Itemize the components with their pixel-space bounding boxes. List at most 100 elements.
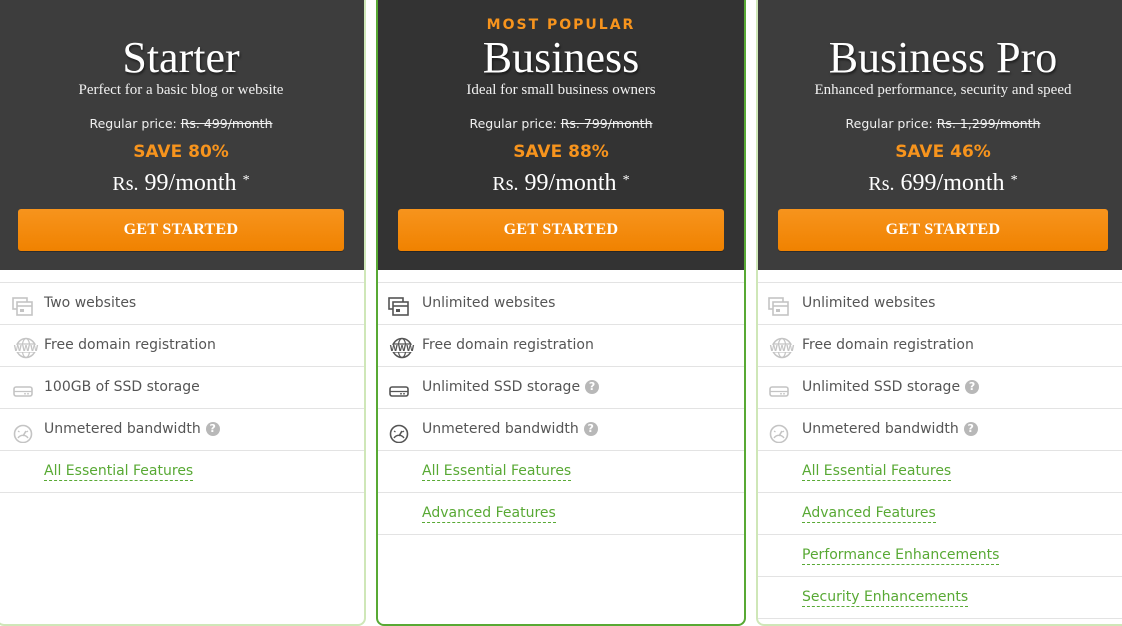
plan-card-business-pro: Business Pro Enhanced performance, securi… bbox=[756, 0, 1122, 626]
feature-text: Free domain registration bbox=[802, 325, 974, 366]
feature-item: Unlimited websites bbox=[758, 283, 1122, 325]
www-globe-icon: WWW bbox=[768, 335, 796, 359]
plan-card-business: MOST POPULAR Business Ideal for small busi… bbox=[376, 0, 746, 626]
plan-tagline: Ideal for small business owners bbox=[466, 82, 656, 98]
regular-price-label: Regular price: bbox=[89, 116, 177, 131]
svg-text:WWW: WWW bbox=[390, 344, 416, 353]
regular-price-value: Rs. 799/month bbox=[560, 116, 653, 131]
feature-label: Unlimited SSD storage bbox=[422, 379, 581, 395]
regular-price: Regular price: Rs. 499/month bbox=[0, 116, 364, 131]
speedometer-icon bbox=[388, 419, 410, 444]
feature-item: Unmetered bandwidth? bbox=[378, 409, 744, 451]
feature-label: Free domain registration bbox=[802, 337, 974, 353]
websites-icon bbox=[388, 293, 410, 316]
feature-label: 100GB of SSD storage bbox=[44, 379, 200, 395]
plan-header: Starter Perfect for a basic blog or websi… bbox=[0, 0, 364, 270]
feature-item: Unmetered bandwidth? bbox=[758, 409, 1122, 451]
feature-text: Unlimited websites bbox=[422, 283, 555, 324]
get-started-button[interactable]: GET STARTED bbox=[18, 209, 344, 251]
plan-price: Rs. 699/month * bbox=[758, 170, 1122, 197]
feature-item: Unlimited websites bbox=[378, 283, 744, 325]
plan-header: MOST POPULAR Business Ideal for small busi… bbox=[378, 0, 744, 270]
help-icon[interactable]: ? bbox=[583, 422, 598, 436]
feature-item: WWW Free domain registration bbox=[758, 325, 1122, 367]
www-globe-icon: WWW bbox=[388, 335, 416, 359]
ssd-drive-icon bbox=[388, 377, 410, 397]
ssd-drive-icon bbox=[768, 377, 790, 397]
speedometer-icon bbox=[768, 419, 790, 444]
feature-label: Unlimited websites bbox=[802, 295, 936, 311]
plan-header: Business Pro Enhanced performance, securi… bbox=[758, 0, 1122, 270]
feature-link-row: All Essential Features bbox=[758, 451, 1122, 493]
feature-link-row: Advanced Features bbox=[378, 493, 744, 535]
feature-text: Free domain registration bbox=[44, 325, 216, 366]
regular-price-value: Rs. 1,299/month bbox=[936, 116, 1041, 131]
regular-price-value: Rs. 499/month bbox=[180, 116, 273, 131]
feature-label: Unmetered bandwidth bbox=[422, 421, 579, 437]
get-started-button[interactable]: GET STARTED bbox=[398, 209, 724, 251]
feature-item: Unlimited SSD storage? bbox=[378, 367, 744, 409]
feature-link-row: Advanced Features bbox=[758, 493, 1122, 535]
plan-name: Business bbox=[482, 33, 640, 82]
price-amount: 699/month bbox=[900, 170, 1005, 196]
price-amount: 99/month bbox=[144, 170, 237, 196]
feature-text: Two websites bbox=[44, 283, 136, 324]
feature-text: 100GB of SSD storage bbox=[44, 367, 200, 408]
save-percent: SAVE 46% bbox=[895, 142, 991, 162]
feature-item: Two websites bbox=[0, 283, 364, 325]
svg-text:WWW: WWW bbox=[770, 344, 796, 353]
feature-link[interactable]: All Essential Features bbox=[422, 463, 572, 481]
feature-link[interactable]: All Essential Features bbox=[44, 463, 194, 481]
feature-link[interactable]: All Essential Features bbox=[802, 463, 952, 481]
price-currency: Rs. bbox=[868, 173, 895, 195]
plan-tagline: Enhanced performance, security and speed bbox=[814, 82, 1072, 98]
websites-icon bbox=[12, 293, 34, 316]
save-percent: SAVE 80% bbox=[133, 142, 229, 162]
regular-price: Regular price: Rs. 1,299/month bbox=[758, 116, 1122, 131]
help-icon[interactable]: ? bbox=[205, 422, 220, 436]
feature-text: Unlimited SSD storage? bbox=[802, 367, 980, 408]
feature-label: Two websites bbox=[44, 295, 137, 311]
www-globe-icon: WWW bbox=[12, 335, 40, 359]
feature-item: Unmetered bandwidth? bbox=[0, 409, 364, 451]
plan-price: Rs. 99/month * bbox=[0, 170, 364, 197]
feature-label: Unlimited websites bbox=[422, 295, 556, 311]
help-icon[interactable]: ? bbox=[963, 422, 978, 436]
help-icon[interactable]: ? bbox=[965, 380, 980, 394]
plan-tagline: Perfect for a basic blog or website bbox=[78, 82, 284, 98]
feature-label: Free domain registration bbox=[44, 337, 216, 353]
help-icon[interactable]: ? bbox=[585, 380, 600, 394]
plan-name: Starter bbox=[122, 33, 240, 82]
feature-text: Free domain registration bbox=[422, 325, 594, 366]
price-asterisk: * bbox=[242, 173, 250, 188]
regular-price: Regular price: Rs. 799/month bbox=[378, 116, 744, 131]
regular-price-label: Regular price: bbox=[845, 116, 933, 131]
price-currency: Rs. bbox=[112, 173, 139, 195]
feature-label: Free domain registration bbox=[422, 337, 594, 353]
get-started-button[interactable]: GET STARTED bbox=[778, 209, 1108, 251]
feature-item: WWW Free domain registration bbox=[378, 325, 744, 367]
plan-price: Rs. 99/month * bbox=[378, 170, 744, 197]
feature-text: Unmetered bandwidth? bbox=[802, 409, 978, 450]
feature-text: Unmetered bandwidth? bbox=[44, 409, 220, 450]
feature-link-row: All Essential Features bbox=[378, 451, 744, 493]
feature-link[interactable]: Advanced Features bbox=[422, 505, 556, 523]
websites-icon bbox=[768, 293, 790, 316]
price-currency: Rs. bbox=[492, 173, 519, 195]
plan-card-starter: Starter Perfect for a basic blog or websi… bbox=[0, 0, 366, 626]
feature-link-row: Performance Enhancements bbox=[758, 535, 1122, 577]
feature-label: Unmetered bandwidth bbox=[44, 421, 201, 437]
feature-link[interactable]: Advanced Features bbox=[802, 505, 936, 523]
feature-link[interactable]: Performance Enhancements bbox=[802, 547, 1000, 565]
ssd-drive-icon bbox=[12, 377, 34, 397]
feature-item: 100GB of SSD storage bbox=[0, 367, 364, 409]
speedometer-icon bbox=[12, 419, 34, 444]
svg-text:WWW: WWW bbox=[14, 344, 40, 353]
feature-label: Unmetered bandwidth bbox=[802, 421, 959, 437]
feature-list: Unlimited websites WWW Free domain registr… bbox=[378, 282, 744, 535]
feature-link[interactable]: Security Enhancements bbox=[802, 589, 969, 607]
price-amount: 99/month bbox=[524, 170, 617, 196]
save-percent: SAVE 88% bbox=[513, 142, 609, 162]
feature-text: Unlimited SSD storage? bbox=[422, 367, 600, 408]
feature-item: Unlimited SSD storage? bbox=[758, 367, 1122, 409]
